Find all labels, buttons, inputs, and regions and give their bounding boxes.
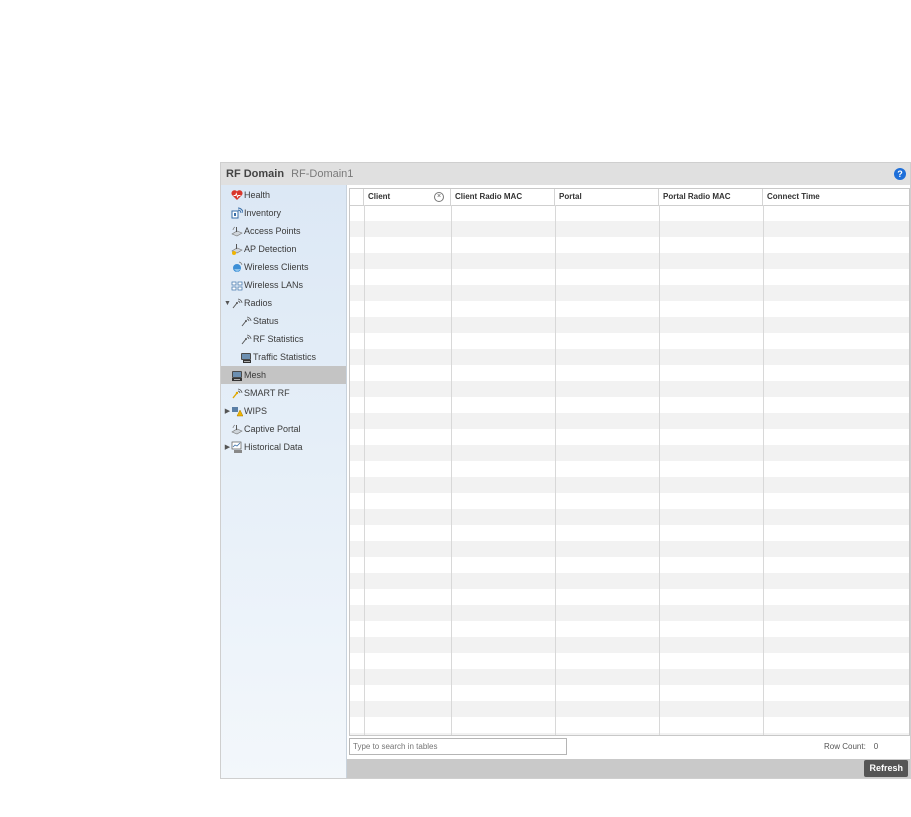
- empty-row-stripe: [350, 285, 909, 301]
- sidebar-item-label: Traffic Statistics: [253, 352, 317, 362]
- sidebar-nav: Health Inventory Access Points AP Detect…: [221, 185, 347, 778]
- empty-row-stripe: [350, 253, 909, 269]
- sidebar-item-traffic-statistics[interactable]: Traffic Statistics: [221, 348, 346, 366]
- empty-row-stripe: [350, 541, 909, 557]
- sidebar-item-wireless-lans[interactable]: Wireless LANs: [221, 276, 346, 294]
- sidebar-item-access-points[interactable]: Access Points: [221, 222, 346, 240]
- column-header-label: Connect Time: [767, 192, 820, 201]
- table-body: [350, 205, 909, 735]
- column-divider: [659, 205, 660, 735]
- column-header-portal[interactable]: Portal: [555, 189, 659, 205]
- sidebar-item-label: AP Detection: [244, 244, 297, 254]
- column-header-client[interactable]: Client ×: [364, 189, 451, 205]
- access-points-icon: [231, 225, 243, 237]
- sidebar-item-wips[interactable]: ▶ WIPS: [221, 402, 346, 420]
- sidebar-item-label: Radios: [244, 298, 273, 308]
- sidebar-item-label: Mesh: [244, 370, 267, 380]
- empty-row-stripe: [350, 221, 909, 237]
- sidebar-item-smart-rf[interactable]: SMART RF: [221, 384, 346, 402]
- empty-row-stripe: [350, 413, 909, 429]
- wips-icon: [231, 405, 243, 417]
- sidebar-item-label: Wireless Clients: [244, 262, 309, 272]
- row-count-label: Row Count:: [824, 742, 866, 751]
- sidebar-item-ap-detection[interactable]: AP Detection: [221, 240, 346, 258]
- sidebar-item-inventory[interactable]: Inventory: [221, 204, 346, 222]
- column-divider: [364, 205, 365, 735]
- wireless-clients-icon: [231, 261, 243, 273]
- empty-row-stripe: [350, 381, 909, 397]
- table-search-input[interactable]: [349, 738, 567, 755]
- sidebar-item-wireless-clients[interactable]: Wireless Clients: [221, 258, 346, 276]
- sidebar-item-label: SMART RF: [244, 388, 290, 398]
- radios-icon: [231, 297, 243, 309]
- sidebar-item-label: Access Points: [244, 226, 301, 236]
- panel-title: RF Domain: [226, 168, 285, 180]
- rf-domain-panel: RF Domain RF-Domain1 ? Health Inventory …: [220, 162, 911, 779]
- sidebar-item-captive-portal[interactable]: Captive Portal: [221, 420, 346, 438]
- expand-arrow-icon[interactable]: ▼: [224, 300, 231, 307]
- empty-row-stripe: [350, 637, 909, 653]
- column-header-portal-radio-mac[interactable]: Portal Radio MAC: [659, 189, 763, 205]
- empty-row-stripe: [350, 573, 909, 589]
- empty-row-stripe: [350, 445, 909, 461]
- mesh-icon: [231, 369, 243, 381]
- empty-row-stripe: [350, 317, 909, 333]
- sidebar-item-status[interactable]: Status: [221, 312, 346, 330]
- sidebar-item-historical-data[interactable]: ▶ Historical Data: [221, 438, 346, 456]
- sidebar-item-label: Historical Data: [244, 442, 303, 452]
- sidebar-item-label: Status: [253, 316, 279, 326]
- row-selector-header: [350, 189, 364, 205]
- rf-statistics-icon: [240, 333, 252, 345]
- empty-row-stripe: [350, 477, 909, 493]
- inventory-icon: [231, 207, 243, 219]
- clear-filter-icon[interactable]: ×: [434, 192, 444, 202]
- historical-data-icon: [231, 441, 243, 453]
- sidebar-item-rf-statistics[interactable]: RF Statistics: [221, 330, 346, 348]
- sidebar-item-mesh[interactable]: Mesh: [221, 366, 346, 384]
- column-header-label: Client Radio MAC: [455, 192, 523, 201]
- table-header: Client × Client Radio MAC Portal Portal …: [350, 189, 909, 206]
- empty-row-stripe: [350, 509, 909, 525]
- panel-titlebar: RF Domain RF-Domain1 ?: [221, 163, 910, 185]
- sidebar-item-health[interactable]: Health: [221, 186, 346, 204]
- column-divider: [763, 205, 764, 735]
- empty-row-stripe: [350, 733, 909, 735]
- smart-rf-icon: [231, 387, 243, 399]
- collapse-arrow-icon[interactable]: ▶: [224, 407, 231, 415]
- wireless-lans-icon: [231, 279, 243, 291]
- sidebar-item-label: WIPS: [244, 406, 268, 416]
- column-header-client-radio-mac[interactable]: Client Radio MAC: [451, 189, 555, 205]
- column-divider: [555, 205, 556, 735]
- sidebar-item-label: Captive Portal: [244, 424, 301, 434]
- empty-row-stripe: [350, 669, 909, 685]
- sidebar-item-label: Inventory: [244, 208, 282, 218]
- radio-status-icon: [240, 315, 252, 327]
- collapse-arrow-icon[interactable]: ▶: [224, 443, 231, 451]
- ap-detection-icon: [231, 243, 243, 255]
- traffic-statistics-icon: [240, 351, 252, 363]
- panel-subtitle: RF-Domain1: [291, 168, 354, 180]
- sidebar-item-label: Health: [244, 190, 271, 200]
- sidebar-item-label: Wireless LANs: [244, 280, 304, 290]
- refresh-button[interactable]: Refresh: [864, 760, 908, 777]
- health-icon: [231, 189, 243, 201]
- sidebar-item-radios[interactable]: ▼ Radios: [221, 294, 346, 312]
- help-icon[interactable]: ?: [894, 168, 906, 180]
- panel-footer: Refresh: [347, 759, 910, 778]
- sidebar-item-label: RF Statistics: [253, 334, 304, 344]
- row-count-value: 0: [873, 742, 879, 751]
- row-count: Row Count: 0: [824, 742, 878, 751]
- column-header-connect-time[interactable]: Connect Time: [763, 189, 909, 205]
- empty-row-stripe: [350, 605, 909, 621]
- column-divider: [451, 205, 452, 735]
- column-header-label: Portal Radio MAC: [663, 192, 731, 201]
- empty-row-stripe: [350, 349, 909, 365]
- captive-portal-icon: [231, 423, 243, 435]
- column-header-label: Portal: [559, 192, 582, 201]
- empty-row-stripe: [350, 701, 909, 717]
- mesh-table: Client × Client Radio MAC Portal Portal …: [349, 188, 910, 736]
- column-header-label: Client: [368, 192, 391, 201]
